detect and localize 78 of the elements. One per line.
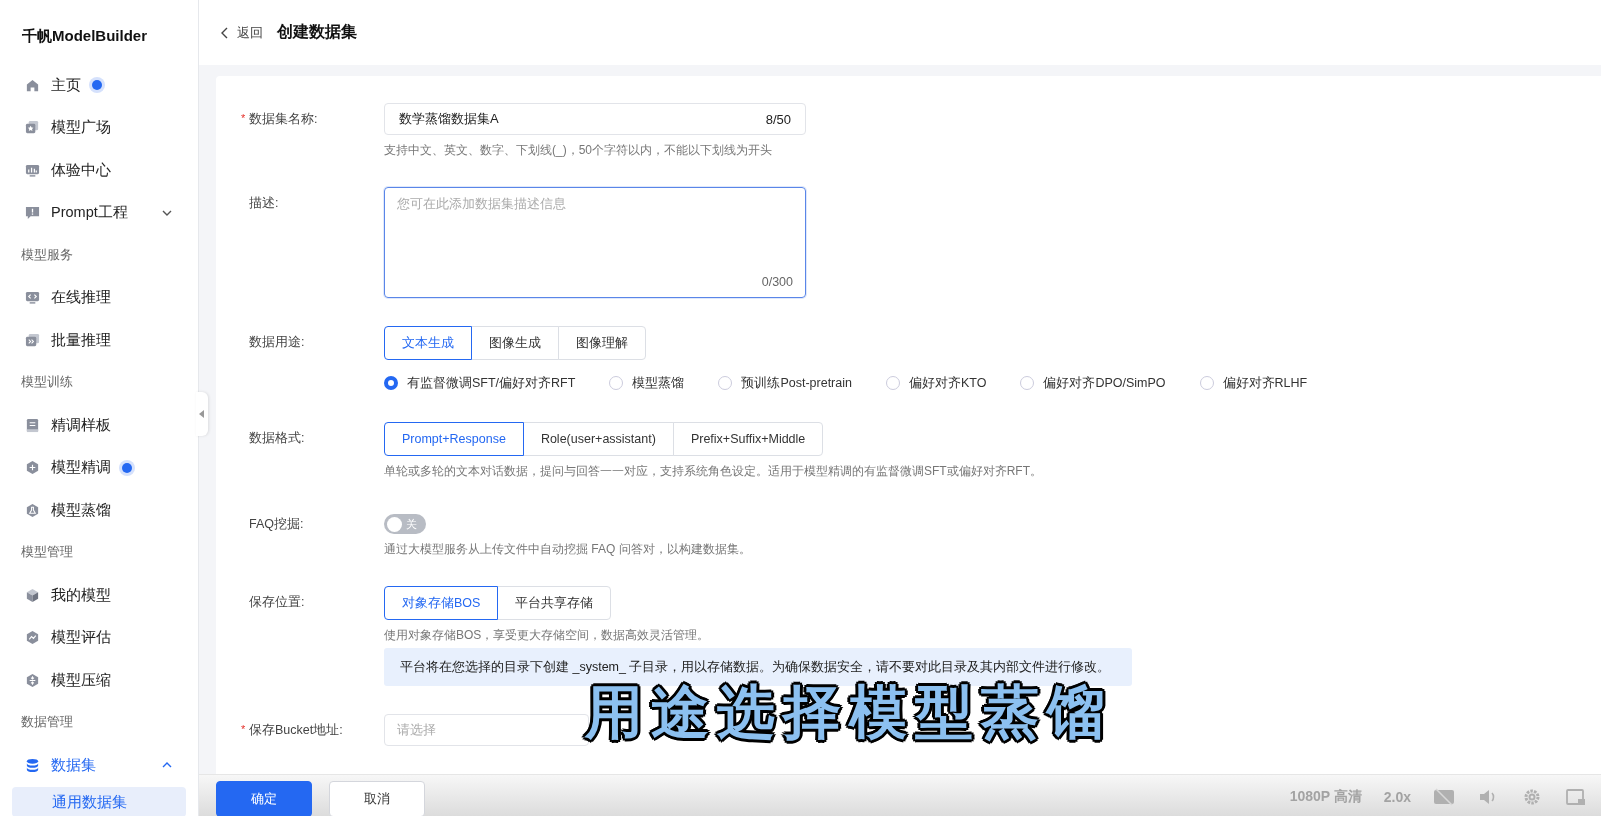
radio-option[interactable]: 偏好对齐DPO/SimPO	[1020, 374, 1166, 392]
help-text: 通过大模型服务从上传文件中自动挖掘 FAQ 问答对，以构建数据集。	[384, 541, 751, 558]
field-label: 数据集名称:	[249, 110, 318, 128]
field-label: FAQ挖掘:	[249, 515, 304, 533]
radio-label: 预训练Post-pretrain	[741, 374, 852, 392]
brand-title: 千帆ModelBuilder	[21, 25, 148, 46]
database-icon	[25, 757, 40, 773]
nav-section-heading: 数据管理	[20, 714, 74, 732]
field-label: 数据用途:	[249, 333, 305, 351]
nav-item[interactable]: 主页	[0, 64, 198, 107]
nav-item[interactable]: 模型精调	[0, 446, 198, 489]
chart-monitor-icon	[25, 162, 40, 178]
message-icon	[25, 205, 40, 221]
window-icon	[1565, 788, 1587, 806]
text-area[interactable]: 您可在此添加数据集描述信息 0/300	[384, 187, 806, 298]
char-counter: 8/50	[765, 111, 791, 127]
field-label: 保存Bucket地址:	[249, 721, 343, 739]
collapse-handle[interactable]	[196, 392, 208, 436]
subtitles-off-icon	[1433, 788, 1455, 806]
hexagon-icon	[25, 460, 40, 476]
nav-item[interactable]: Prompt工程	[0, 191, 198, 234]
radio-option[interactable]: 偏好对齐RLHF	[1199, 374, 1308, 392]
segment-option[interactable]: Prompt+Response	[384, 422, 524, 456]
radio-circle[interactable]	[384, 376, 398, 390]
page-title: 创建数据集	[277, 22, 357, 42]
radio-label: 偏好对齐RLHF	[1222, 374, 1308, 392]
help-text: 使用对象存储BOS，享受更大存储空间，数据高效灵活管理。	[384, 627, 710, 644]
segment-option[interactable]: Role(user+assistant)	[522, 422, 674, 456]
segment-option[interactable]: 对象存储BOS	[384, 586, 499, 620]
field-label: 描述:	[249, 194, 279, 212]
code-monitor-icon	[25, 290, 40, 306]
field-label: 数据格式:	[249, 429, 305, 447]
required-mark: *	[241, 112, 246, 124]
document-icon	[25, 417, 40, 433]
char-counter: 0/300	[761, 275, 793, 289]
nav-item[interactable]: 批量推理	[0, 319, 198, 362]
text-field[interactable]: 数学蒸馏数据集A 8/50	[384, 103, 806, 135]
field-label: 保存位置:	[249, 593, 305, 611]
nav-item[interactable]: 体验中心	[0, 149, 198, 192]
segment-option[interactable]: Prefix+Suffix+Middle	[672, 422, 824, 456]
nav-item[interactable]: 通用数据集	[12, 786, 186, 816]
nav-section-heading: 模型训练	[20, 374, 74, 392]
segment-option[interactable]: 文本生成	[384, 326, 472, 360]
placeholder-text: 请选择	[397, 721, 436, 739]
help-text: 支持中文、英文、数字、下划线(_)，50个字符以内，不能以下划线为开头	[384, 142, 772, 159]
radio-label: 偏好对齐KTO	[908, 374, 987, 392]
nav-item[interactable]: 模型评估	[0, 616, 198, 659]
field-value: 数学蒸馏数据集A	[399, 110, 499, 128]
star-card-icon	[25, 120, 40, 136]
radio-option[interactable]: 模型蒸馏	[609, 374, 685, 392]
nav-item[interactable]: 模型蒸馏	[0, 489, 198, 532]
segment-option[interactable]: 平台共享存储	[497, 586, 612, 620]
placeholder-text: 您可在此添加数据集描述信息	[397, 196, 567, 213]
stacked-window-icon	[25, 332, 40, 348]
radio-label: 偏好对齐DPO/SimPO	[1043, 374, 1166, 392]
cube-icon	[25, 587, 40, 603]
back-link[interactable]: 返回	[219, 23, 263, 42]
cancel-button[interactable]: 取消	[329, 781, 425, 816]
confirm-button[interactable]: 确定	[216, 781, 312, 816]
nav-item[interactable]: 在线推理	[0, 276, 198, 319]
nav-item[interactable]: 模型压缩	[0, 659, 198, 702]
required-mark: *	[241, 723, 246, 735]
house-icon	[25, 77, 40, 93]
nav-section-heading: 模型管理	[20, 544, 74, 562]
segment-option[interactable]: 图像理解	[558, 326, 646, 360]
nav-item[interactable]: 精调样板	[0, 404, 198, 447]
flask-icon	[25, 502, 40, 518]
radio-label: 模型蒸馏	[632, 374, 685, 392]
trend-hexagon-icon	[25, 630, 40, 646]
nav-section-heading: 模型服务	[20, 246, 74, 264]
radio-option[interactable]: 偏好对齐KTO	[885, 374, 987, 392]
nav-item[interactable]: 模型广场	[0, 106, 198, 149]
nav-item[interactable]: 数据集	[0, 744, 198, 787]
help-text: 单轮或多轮的文本对话数据，提问与回答一一对应，支持系统角色设定。适用于模型精调的有监督微调SFT或偏好对齐RFT。	[384, 463, 1042, 480]
nav-item[interactable]: 我的模型	[0, 574, 198, 617]
radio-option[interactable]: 预训练Post-pretrain	[718, 374, 852, 392]
segment-option[interactable]: 图像生成	[471, 326, 559, 360]
compress-hexagon-icon	[25, 672, 40, 688]
